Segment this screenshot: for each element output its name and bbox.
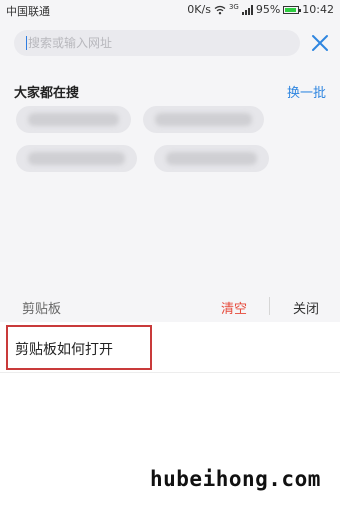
battery-icon <box>283 5 302 14</box>
highlight-annotation <box>6 325 152 370</box>
wifi-icon <box>214 5 226 14</box>
status-icons: 0K/s 3G 95% 10:42 <box>187 3 334 16</box>
clock: 10:42 <box>302 3 334 16</box>
watermark: hubeihong.com <box>150 467 321 491</box>
battery-percent: 95% <box>255 3 281 16</box>
divider <box>269 297 270 315</box>
status-bar: 中国联通 0K/s 3G 95% 10:42 <box>0 0 340 20</box>
clipboard-label: 剪贴板 <box>22 302 62 317</box>
trending-chip[interactable] <box>143 106 264 133</box>
network-type: 3G <box>228 3 239 11</box>
network-speed: 0K/s <box>187 3 211 16</box>
clear-clipboard-button[interactable]: 清空 <box>221 298 247 317</box>
trending-title: 大家都在搜 <box>14 86 80 101</box>
trending-chip[interactable] <box>16 106 131 133</box>
trending-chip[interactable] <box>16 145 137 172</box>
close-icon[interactable] <box>309 32 331 54</box>
signal-icon <box>241 4 253 15</box>
carrier-name: 中国联通 <box>6 5 50 18</box>
clipboard-bar: 剪贴板 清空 关闭 <box>0 290 340 322</box>
trending-chip[interactable] <box>154 145 269 172</box>
search-input[interactable] <box>24 30 288 56</box>
search-bar <box>14 30 300 56</box>
refresh-button[interactable]: 换一批 <box>287 82 326 101</box>
close-clipboard-button[interactable]: 关闭 <box>293 298 319 317</box>
